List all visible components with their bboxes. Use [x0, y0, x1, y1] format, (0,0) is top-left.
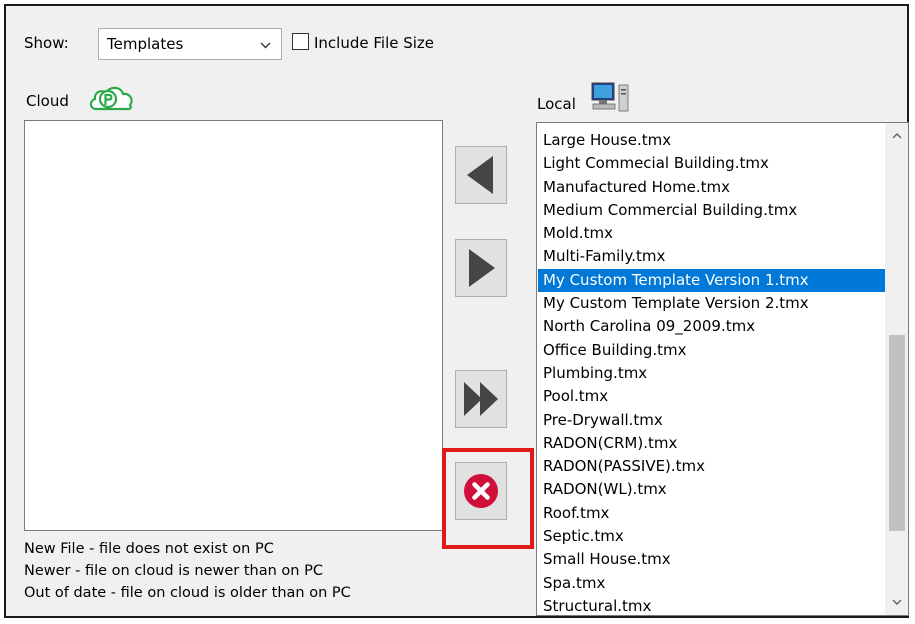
local-file-item[interactable]: Pre-Drywall.tmx: [538, 409, 886, 432]
legend-newer: Newer - file on cloud is newer than on P…: [24, 563, 323, 579]
arrow-right-icon: [469, 249, 495, 287]
show-label: Show:: [24, 34, 69, 52]
local-file-item[interactable]: Office Building.tmx: [538, 339, 886, 362]
local-file-item[interactable]: Plumbing.tmx: [538, 362, 886, 385]
local-file-item[interactable]: Mold.tmx: [538, 222, 886, 245]
legend-out-of-date: Out of date - file on cloud is older tha…: [24, 585, 351, 601]
computer-icon: [591, 82, 629, 112]
local-file-item[interactable]: North Carolina 09_2009.tmx: [538, 315, 886, 338]
local-file-item[interactable]: Light Commecial Building.tmx: [538, 152, 886, 175]
include-file-size-label[interactable]: Include File Size: [314, 34, 434, 52]
include-file-size-checkbox[interactable]: [292, 33, 309, 50]
local-file-item[interactable]: Small House.tmx: [538, 548, 886, 571]
double-arrow-right-icon: [464, 382, 498, 416]
chevron-down-icon: [260, 42, 271, 49]
show-dropdown-value: Templates: [107, 35, 184, 53]
local-file-item[interactable]: RADON(CRM).tmx: [538, 432, 886, 455]
scrollbar-thumb[interactable]: [889, 335, 905, 531]
local-file-item[interactable]: Structural.tmx: [538, 595, 886, 615]
local-file-list[interactable]: Large House.tmx Light Commecial Building.…: [536, 122, 909, 616]
local-file-item[interactable]: RADON(PASSIVE).tmx: [538, 455, 886, 478]
local-file-item[interactable]: My Custom Template Version 1.tmx: [538, 268, 886, 293]
local-file-item[interactable]: Septic.tmx: [538, 525, 886, 548]
local-file-item[interactable]: Medium Commercial Building.tmx: [538, 199, 886, 222]
local-label: Local: [537, 95, 576, 113]
legend-new-file: New File - file does not exist on PC: [24, 541, 274, 557]
cloud-icon: [89, 86, 133, 111]
local-file-item[interactable]: Spa.tmx: [538, 572, 886, 595]
local-file-item[interactable]: Pool.tmx: [538, 385, 886, 408]
show-dropdown[interactable]: Templates: [98, 28, 282, 60]
sync-dialog: Show: Templates Include File Size Cloud …: [4, 4, 909, 618]
local-list-scrollbar[interactable]: [885, 123, 908, 615]
local-file-item[interactable]: Manufactured Home.tmx: [538, 176, 886, 199]
delete-button-highlight: [442, 448, 534, 549]
cloud-file-list[interactable]: [24, 120, 443, 531]
arrow-left-icon: [467, 156, 493, 194]
local-file-item[interactable]: Large House.tmx: [538, 129, 886, 152]
upload-button[interactable]: [455, 146, 507, 204]
local-file-item[interactable]: Multi-Family.tmx: [538, 245, 886, 268]
scroll-down-icon[interactable]: [892, 599, 902, 606]
local-file-item[interactable]: RADON(WL).tmx: [538, 478, 886, 501]
local-file-item[interactable]: Roof.tmx: [538, 502, 886, 525]
sync-all-button[interactable]: [455, 370, 507, 428]
local-file-items: Large House.tmx Light Commecial Building.…: [538, 129, 886, 615]
local-file-item[interactable]: My Custom Template Version 2.tmx: [538, 292, 886, 315]
cloud-label: Cloud: [26, 92, 69, 110]
scroll-up-icon[interactable]: [892, 132, 902, 139]
download-button[interactable]: [455, 239, 507, 297]
